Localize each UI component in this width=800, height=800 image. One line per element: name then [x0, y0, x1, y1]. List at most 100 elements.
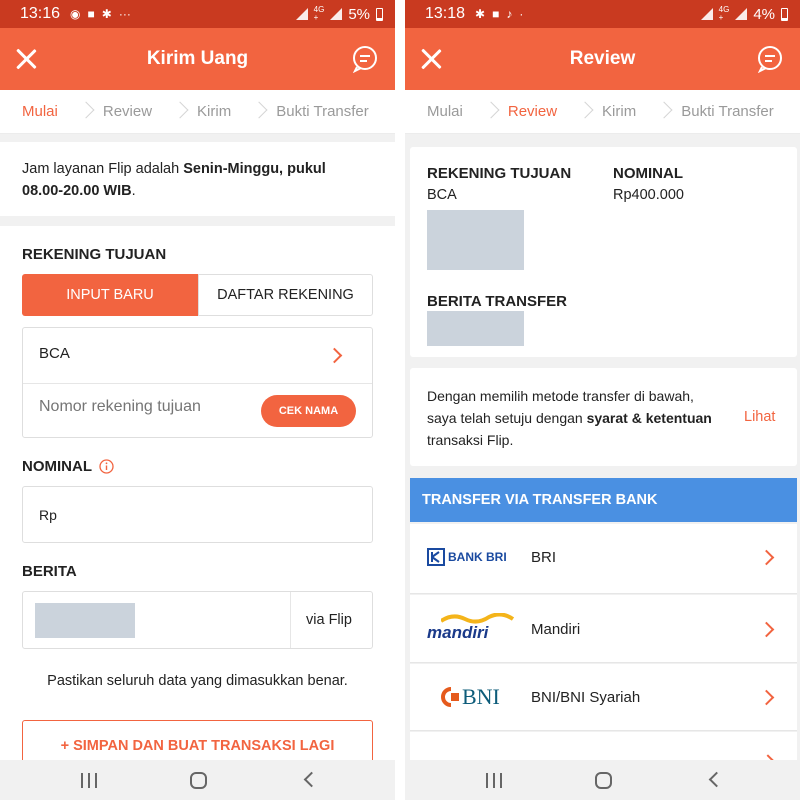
settings-icon: ✱ — [475, 7, 486, 21]
info-icon[interactable] — [99, 459, 114, 474]
page-title: Review — [569, 48, 636, 69]
phone-screen-review: 13:18 ✱ ■ ♪ · 4G + 4% Review Mulai Review — [405, 0, 800, 800]
chevron-separator-icon — [658, 101, 667, 123]
step-bukti-transfer: Bukti Transfer — [276, 103, 369, 120]
app-bar: Kirim Uang — [0, 28, 395, 90]
berita-transfer-heading: BERITA TRANSFER — [427, 293, 567, 310]
progress-stepper: Mulai Review Kirim Bukti Transfer — [0, 90, 395, 134]
terms-link[interactable]: Lihat — [744, 409, 775, 425]
bni-logo: BNI — [441, 684, 500, 710]
transfer-bank-header: TRANSFER VIA TRANSFER BANK — [410, 478, 797, 522]
terms-card: Dengan memilih metode transfer di bawah,… — [410, 368, 797, 466]
redacted-account — [427, 210, 524, 270]
close-icon[interactable] — [418, 46, 444, 72]
close-icon[interactable] — [13, 46, 39, 72]
recent-apps-icon[interactable] — [81, 773, 99, 788]
service-hours-notice: Jam layanan Flip adalah Senin-Minggu, pu… — [0, 142, 395, 216]
tab-input-baru[interactable]: INPUT BARU — [22, 274, 198, 316]
bri-logo-icon — [427, 548, 445, 566]
whatsapp-icon: ◉ — [70, 7, 81, 21]
chevron-separator-icon — [174, 101, 183, 123]
home-icon[interactable] — [190, 772, 207, 789]
network-4g-icon: 4G + — [313, 5, 325, 22]
chat-icon[interactable] — [351, 45, 379, 73]
berita-field[interactable]: via Flip — [22, 591, 373, 649]
bank-option-bri[interactable]: BANK BRI BRI — [410, 524, 797, 594]
recent-apps-icon[interactable] — [486, 773, 504, 788]
terms-text: Dengan memilih metode transfer di bawah,… — [427, 388, 712, 448]
battery-percent: 4% — [753, 5, 775, 23]
step-review: Review — [102, 103, 153, 120]
signal-icon — [700, 8, 713, 20]
bank-option-mandiri[interactable]: mandiri Mandiri — [410, 595, 797, 663]
nominal-field[interactable]: Rp — [22, 486, 373, 543]
page-title: Kirim Uang — [146, 48, 249, 69]
chevron-right-icon — [758, 549, 775, 566]
phone-screen-kirim-uang: 13:16 ◉ ■ ✱ ··· 4G + 5% Kirim Uang Mulai … — [0, 0, 395, 800]
bank-value: BCA — [39, 345, 70, 362]
battery-percent: 5% — [348, 5, 370, 23]
rekening-fields: BCA CEK NAMA — [22, 327, 373, 438]
bank-name: BNI/BNI Syariah — [531, 689, 641, 706]
back-icon[interactable] — [708, 771, 725, 788]
home-icon[interactable] — [595, 772, 612, 789]
settings-icon: ✱ — [101, 7, 112, 21]
app-icon: ■ — [87, 7, 95, 21]
rekening-heading: REKENING TUJUAN — [427, 165, 572, 182]
redacted-message — [427, 311, 524, 346]
tab-daftar-rekening[interactable]: DAFTAR REKENING — [198, 274, 373, 316]
signal-icon — [295, 8, 308, 20]
account-number-input[interactable] — [39, 398, 249, 416]
step-kirim: Kirim — [602, 103, 637, 120]
status-bar: 13:18 ✱ ■ ♪ · 4G + 4% — [405, 0, 800, 28]
music-note-icon: ♪ — [506, 7, 513, 21]
more-icon: · — [519, 7, 524, 21]
back-icon[interactable] — [303, 771, 320, 788]
app-icon: ■ — [492, 7, 500, 21]
nominal-heading: NOMINAL — [22, 458, 92, 475]
chevron-right-icon — [758, 621, 775, 638]
redacted-message — [35, 603, 135, 638]
chevron-right-icon — [326, 347, 343, 364]
battery-icon — [376, 7, 383, 21]
signal-icon-2 — [735, 8, 748, 20]
chevron-separator-icon — [485, 101, 494, 123]
cek-nama-button[interactable]: CEK NAMA — [261, 395, 356, 427]
berita-suffix: via Flip — [306, 612, 352, 628]
signal-icon-2 — [330, 8, 343, 20]
chevron-right-icon — [758, 689, 775, 706]
progress-stepper: Mulai Review Kirim Bukti Transfer — [405, 90, 800, 134]
app-bar: Review — [405, 28, 800, 90]
step-mulai: Mulai — [427, 103, 463, 120]
status-bar: 13:16 ◉ ■ ✱ ··· 4G + 5% — [0, 0, 395, 28]
bank-option-bni[interactable]: BNI BNI/BNI Syariah — [410, 664, 797, 731]
nominal-heading: NOMINAL — [613, 165, 683, 182]
step-review: Review — [507, 103, 558, 120]
chevron-separator-icon — [579, 101, 588, 123]
bank-value: BCA — [427, 187, 457, 203]
bank-name: BRI — [531, 549, 557, 566]
confirm-text: Pastikan seluruh data yang dimasukkan be… — [47, 673, 348, 689]
bni-logo-icon — [441, 687, 459, 707]
notification-icons: ◉ ■ ✱ ··· — [70, 7, 131, 21]
more-icon: ··· — [118, 7, 131, 21]
berita-heading: BERITA — [22, 563, 77, 580]
bri-logo: BANK BRI — [427, 548, 507, 566]
chevron-separator-icon — [80, 101, 89, 123]
nominal-value: Rp400.000 — [613, 187, 684, 203]
currency-prefix: Rp — [39, 507, 57, 523]
rekening-heading: REKENING TUJUAN — [22, 246, 167, 263]
android-nav-bar — [0, 760, 395, 800]
bank-select[interactable]: BCA — [23, 328, 372, 384]
transfer-summary-card: REKENING TUJUAN BCA NOMINAL Rp400.000 BE… — [410, 147, 797, 357]
status-time: 13:18 — [425, 5, 466, 22]
status-time: 13:16 — [20, 5, 61, 22]
chevron-separator-icon — [253, 101, 262, 123]
chat-icon[interactable] — [756, 45, 784, 73]
notification-icons: ✱ ■ ♪ · — [475, 7, 523, 21]
bank-name: Mandiri — [531, 621, 581, 638]
step-bukti-transfer: Bukti Transfer — [681, 103, 774, 120]
network-4g-icon: 4G + — [718, 5, 730, 22]
android-nav-bar — [405, 760, 800, 800]
bank-option-partial[interactable] — [410, 732, 797, 766]
